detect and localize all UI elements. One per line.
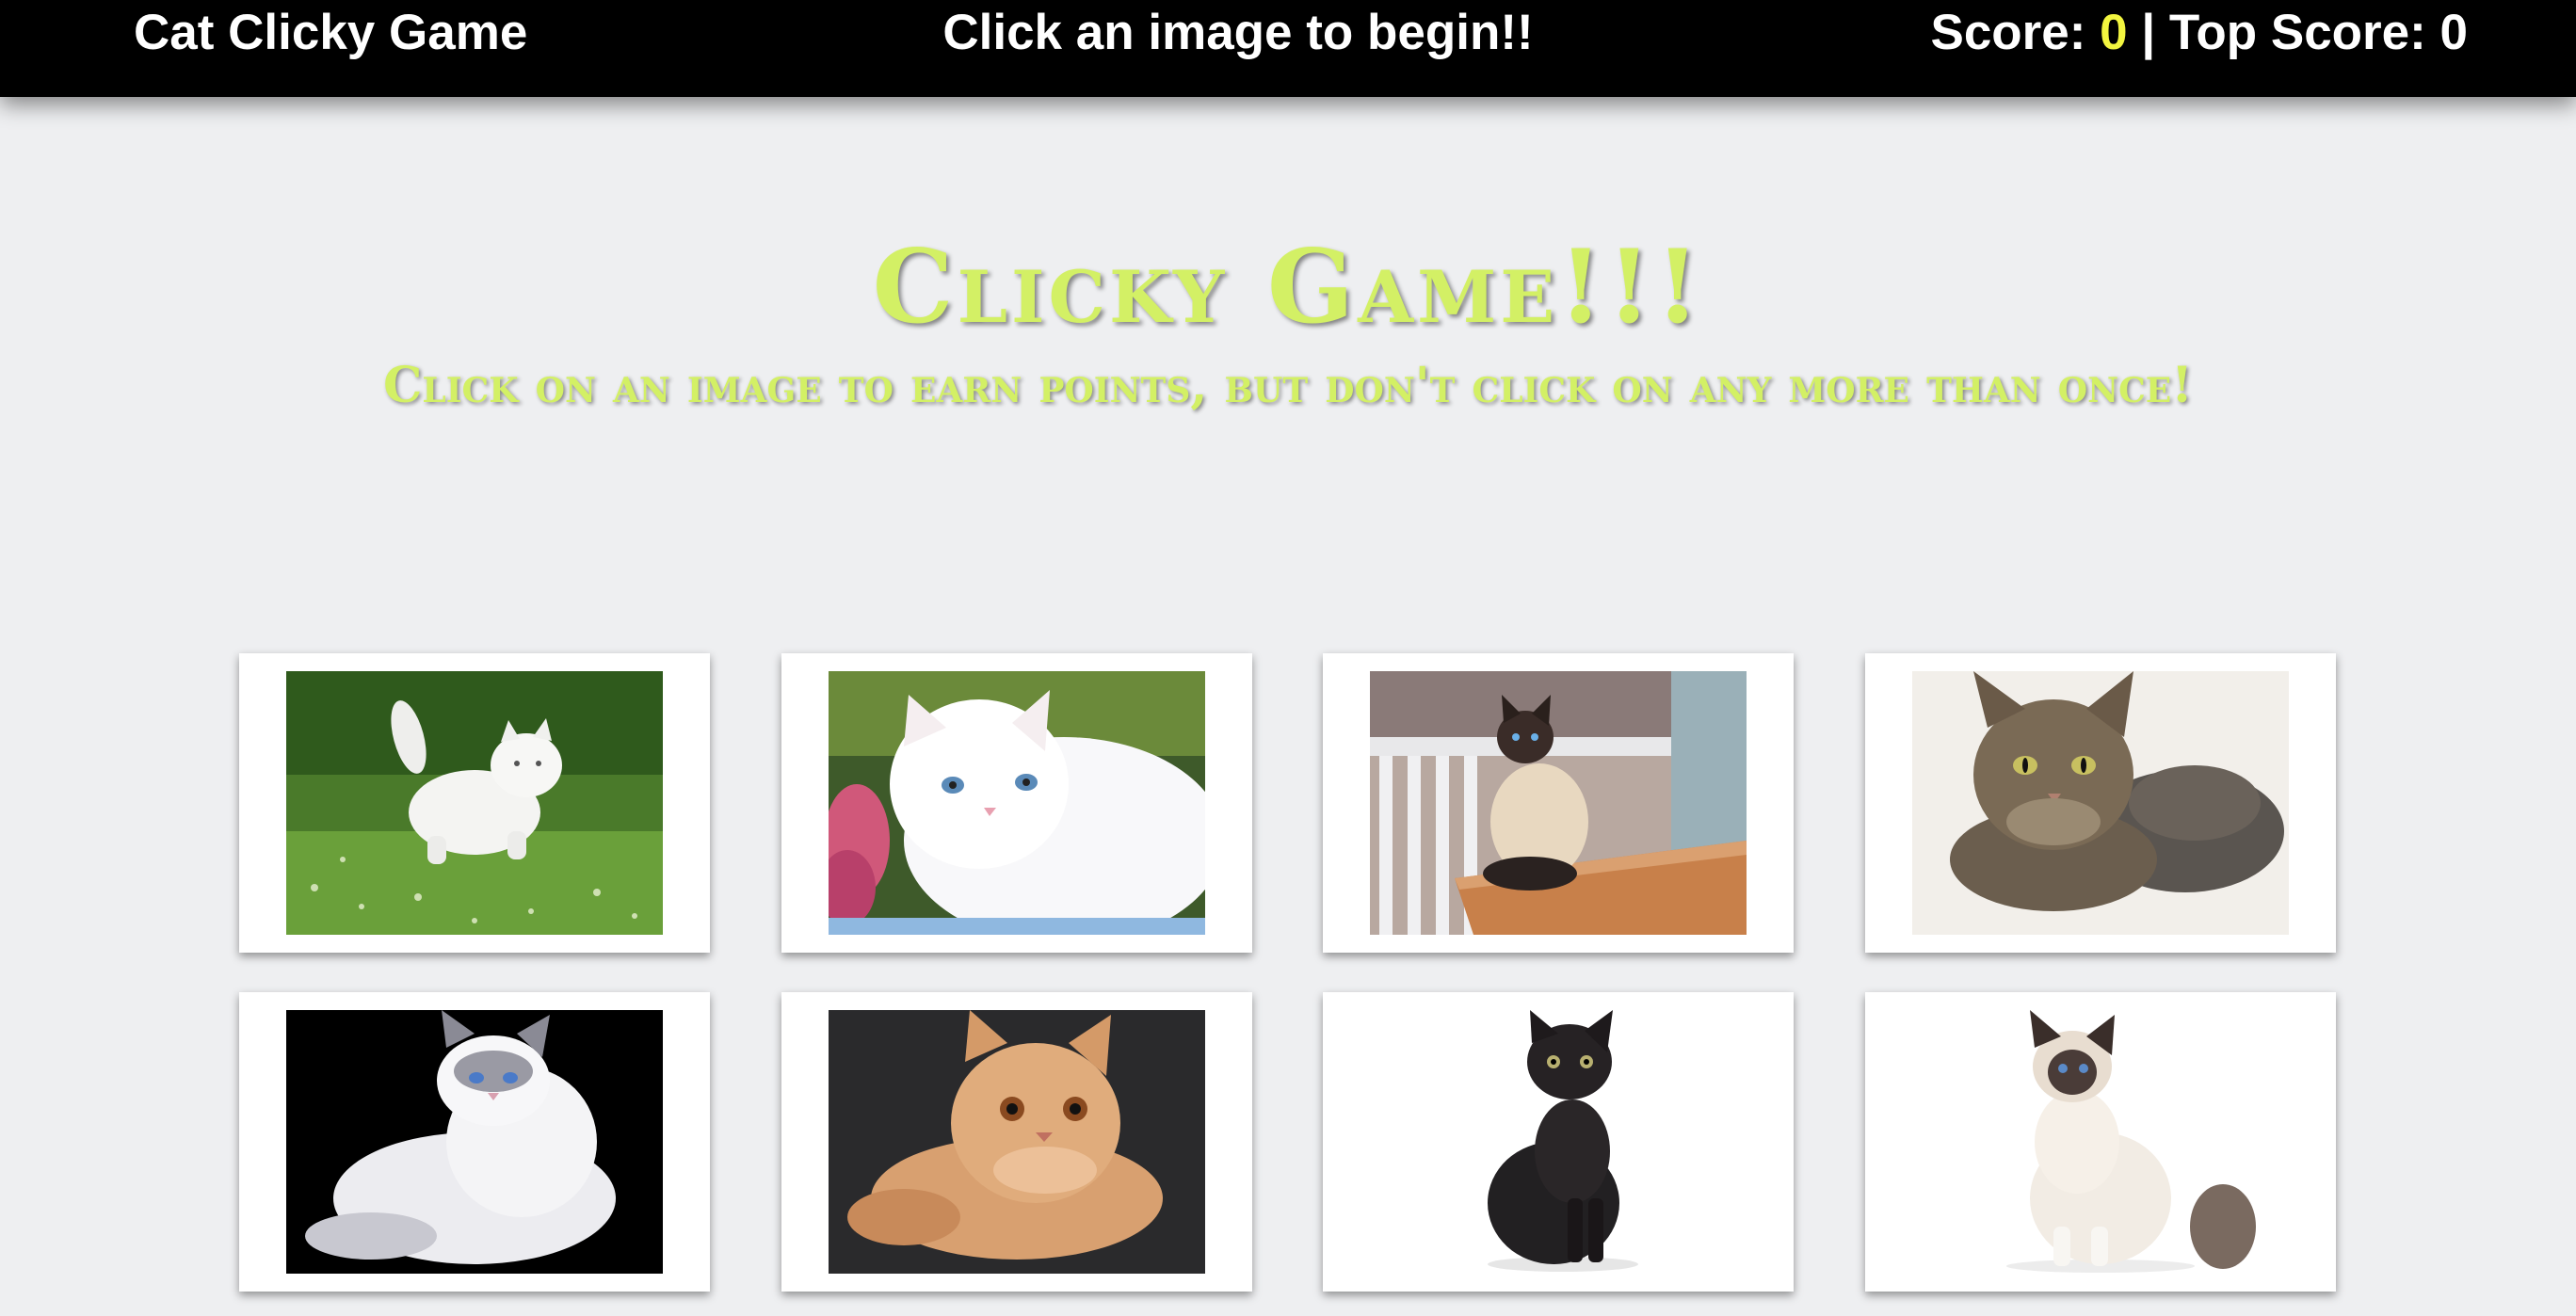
- siamese-cat-table-image: [1370, 671, 1747, 935]
- page-subtitle: Click on an image to earn points, but do…: [383, 357, 2193, 414]
- cat-card[interactable]: [1865, 653, 2336, 953]
- cat-card[interactable]: [1865, 992, 2336, 1292]
- top-score-label: Top Score:: [2168, 5, 2440, 60]
- ragdoll-cat-image: [286, 1010, 663, 1274]
- hero-section: Clicky Game!!! Click on an image to earn…: [0, 221, 2576, 419]
- white-cat-grass-image: [286, 671, 663, 935]
- cat-card[interactable]: [781, 992, 1252, 1292]
- black-cat-image: [1370, 1010, 1747, 1274]
- exotic-shorthair-cat-image: [829, 1010, 1205, 1274]
- white-persian-kitten-image: [829, 671, 1205, 935]
- cat-card[interactable]: [1323, 653, 1794, 953]
- score-display: Score: 0 | Top Score: 0: [1930, 5, 2468, 61]
- maine-coon-cat-image: [1912, 671, 2289, 935]
- cat-card[interactable]: [781, 653, 1252, 953]
- cat-card[interactable]: [239, 653, 710, 953]
- page-title: Clicky Game!!!: [872, 228, 1704, 346]
- birman-cat-image: [1912, 1010, 2289, 1274]
- cat-card[interactable]: [239, 992, 710, 1292]
- score-separator: |: [2127, 5, 2169, 60]
- top-score: 0: [2439, 5, 2468, 60]
- cat-card[interactable]: [1323, 992, 1794, 1292]
- score-label: Score:: [1930, 5, 2101, 60]
- navbar: Cat Clicky Game Click an image to begin!…: [0, 0, 2576, 97]
- current-score: 0: [2100, 5, 2128, 60]
